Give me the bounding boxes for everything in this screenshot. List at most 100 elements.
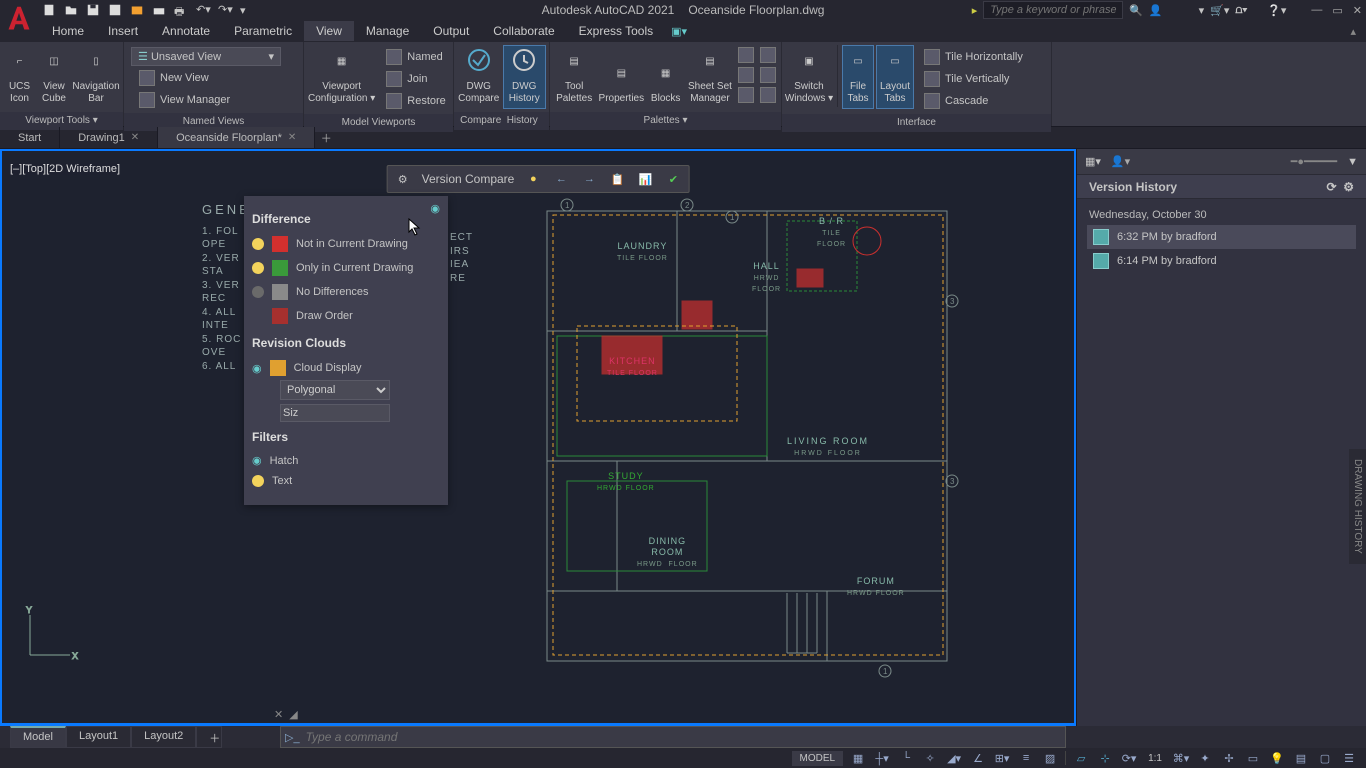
palette-2-icon[interactable]	[738, 67, 754, 83]
undo-icon[interactable]: ↶▾	[196, 3, 210, 17]
cmd-close-icon[interactable]: ✕	[274, 708, 283, 721]
minimize-icon[interactable]: —	[1311, 4, 1322, 17]
ucs-icon-button[interactable]: ⌐UCS Icon	[3, 45, 36, 109]
restore-icon[interactable]: ▭	[1332, 4, 1342, 17]
menu-annotate[interactable]: Annotate	[150, 21, 222, 41]
menu-parametric[interactable]: Parametric	[222, 21, 304, 41]
layout-tab-model[interactable]: Model	[10, 726, 66, 748]
legend-no-differences[interactable]: No Differences	[252, 280, 432, 304]
layout-tabs-button[interactable]: ▭Layout Tabs	[876, 45, 914, 109]
vh-dropdown-icon[interactable]: ▦▾	[1085, 155, 1101, 168]
join-vp-button[interactable]: Join	[378, 69, 454, 89]
refresh-icon[interactable]: ⟳	[1327, 180, 1337, 194]
command-line[interactable]: ▷_	[280, 726, 1066, 748]
palette-3-icon[interactable]	[738, 87, 754, 103]
cloud-shape-select[interactable]: Polygonal	[280, 380, 390, 400]
legend-draw-order[interactable]: Draw Order	[252, 304, 432, 328]
legend-not-in-current[interactable]: Not in Current Drawing	[252, 232, 432, 256]
redo-icon[interactable]: ↷▾	[218, 3, 232, 17]
anno-icon[interactable]: ⌘▾	[1172, 750, 1190, 766]
workspace-icon[interactable]: ✢	[1220, 750, 1238, 766]
view-cube-button[interactable]: ◫View Cube	[38, 45, 70, 109]
web-icon[interactable]	[130, 3, 144, 17]
vh-item-0[interactable]: 6:32 PM by bradford	[1087, 225, 1356, 249]
new-view-button[interactable]: New View	[131, 68, 300, 88]
drawing-canvas[interactable]: [–][Top][2D Wireframe] ⚙ Version Compare…	[0, 149, 1076, 726]
dwg-history-button[interactable]: DWG History	[503, 45, 547, 109]
cart-icon[interactable]: 🛒▾	[1210, 4, 1229, 17]
transparency-icon[interactable]: ▨	[1041, 750, 1059, 766]
customize-icon[interactable]: ☰	[1340, 750, 1358, 766]
search-input[interactable]	[983, 1, 1123, 19]
cloud-size-input[interactable]	[280, 404, 390, 422]
cascade-button[interactable]: Cascade	[916, 91, 1031, 111]
osnap-icon[interactable]: ∠	[969, 750, 987, 766]
sheet-set-button[interactable]: ▤Sheet Set Manager	[686, 45, 734, 109]
layout-tab-1[interactable]: Layout1	[66, 726, 131, 748]
hardware-icon[interactable]: ▤	[1292, 750, 1310, 766]
tile-horizontally-button[interactable]: Tile Horizontally	[916, 47, 1031, 67]
status-model[interactable]: MODEL	[792, 751, 844, 766]
menu-collaborate[interactable]: Collaborate	[481, 21, 566, 41]
tab-start[interactable]: Start	[0, 127, 60, 148]
saveas-icon[interactable]	[108, 3, 122, 17]
view-combo[interactable]: ☰ Unsaved View▾	[131, 47, 281, 66]
properties-button[interactable]: ▤Properties	[597, 45, 645, 109]
tab-oceanside[interactable]: Oceanside Floorplan*✕	[158, 127, 315, 148]
file-tabs-button[interactable]: ▭File Tabs	[842, 45, 874, 109]
autodesk-icon[interactable]: ⩍▾	[1235, 4, 1247, 17]
gear-icon[interactable]: ⚙	[394, 170, 412, 188]
menu-view[interactable]: View	[304, 21, 354, 41]
menu-home[interactable]: Home	[40, 21, 96, 41]
viewport-config-button[interactable]: ▦Viewport Configuration ▾	[307, 45, 376, 109]
grid-icon[interactable]: ▦	[849, 750, 867, 766]
ribbon-collapse-icon[interactable]: ▴	[1350, 25, 1356, 38]
palettes-label[interactable]: Palettes ▾	[550, 112, 781, 130]
close-icon[interactable]: ✕	[131, 132, 139, 143]
monitor-icon[interactable]: ▭	[1244, 750, 1262, 766]
ortho-icon[interactable]: └	[897, 750, 915, 766]
filter-icon[interactable]: ▼	[1347, 156, 1358, 168]
iso-icon[interactable]: ◢▾	[945, 750, 963, 766]
dview-icon[interactable]: ⟳▾	[1120, 750, 1138, 766]
lineweight-icon[interactable]: ≡	[1017, 750, 1035, 766]
legend-cloud-display[interactable]: ◉Cloud Display	[252, 356, 432, 380]
selection-icon[interactable]: ▱	[1072, 750, 1090, 766]
print-icon[interactable]: 🖶	[174, 3, 188, 17]
account-icon[interactable]: 👤	[1149, 4, 1163, 17]
search-icon[interactable]: 🔍	[1129, 4, 1143, 17]
track-icon[interactable]: ⊞▾	[993, 750, 1011, 766]
legend-collapse-icon[interactable]: ◉	[430, 202, 440, 215]
navigation-bar-button[interactable]: ▯Navigation Bar	[72, 45, 120, 109]
add-layout-button[interactable]: ＋	[196, 726, 222, 748]
menu-output[interactable]: Output	[421, 21, 481, 41]
tile-vertically-button[interactable]: Tile Vertically	[916, 69, 1031, 89]
tab-drawing1[interactable]: Drawing1✕	[60, 127, 158, 148]
dropdown-icon[interactable]: ▾	[1199, 4, 1205, 17]
units-icon[interactable]: ✦	[1196, 750, 1214, 766]
view-manager-button[interactable]: View Manager	[131, 90, 300, 110]
menu-manage[interactable]: Manage	[354, 21, 421, 41]
blocks-button[interactable]: ▦Blocks	[647, 45, 684, 109]
restore-vp-button[interactable]: Restore	[378, 91, 454, 111]
polar-icon[interactable]: ✧	[921, 750, 939, 766]
new-icon[interactable]	[42, 3, 56, 17]
palette-5-icon[interactable]	[760, 67, 776, 83]
open-icon[interactable]	[64, 3, 78, 17]
palette-1-icon[interactable]	[738, 47, 754, 63]
snap-icon[interactable]: ┼▾	[873, 750, 891, 766]
menu-overflow-icon[interactable]: ▣▾	[671, 25, 687, 38]
add-tab-button[interactable]: ＋	[315, 127, 337, 148]
drawing-history-tab[interactable]: DRAWING HISTORY	[1349, 449, 1366, 564]
tool-palettes-button[interactable]: ▤Tool Palettes	[553, 45, 595, 109]
close-icon[interactable]: ✕	[288, 132, 296, 143]
settings-icon[interactable]: ⚙	[1343, 180, 1354, 194]
isolate-icon[interactable]: 💡	[1268, 750, 1286, 766]
status-scale[interactable]: 1:1	[1144, 753, 1166, 764]
viewport-label[interactable]: [–][Top][2D Wireframe]	[10, 163, 120, 175]
named-vp-button[interactable]: Named	[378, 47, 454, 67]
palette-4-icon[interactable]	[760, 47, 776, 63]
clean-icon[interactable]: ▢	[1316, 750, 1334, 766]
gizmo-icon[interactable]: ⊹	[1096, 750, 1114, 766]
legend-filter-hatch[interactable]: ◉Hatch	[252, 450, 432, 471]
